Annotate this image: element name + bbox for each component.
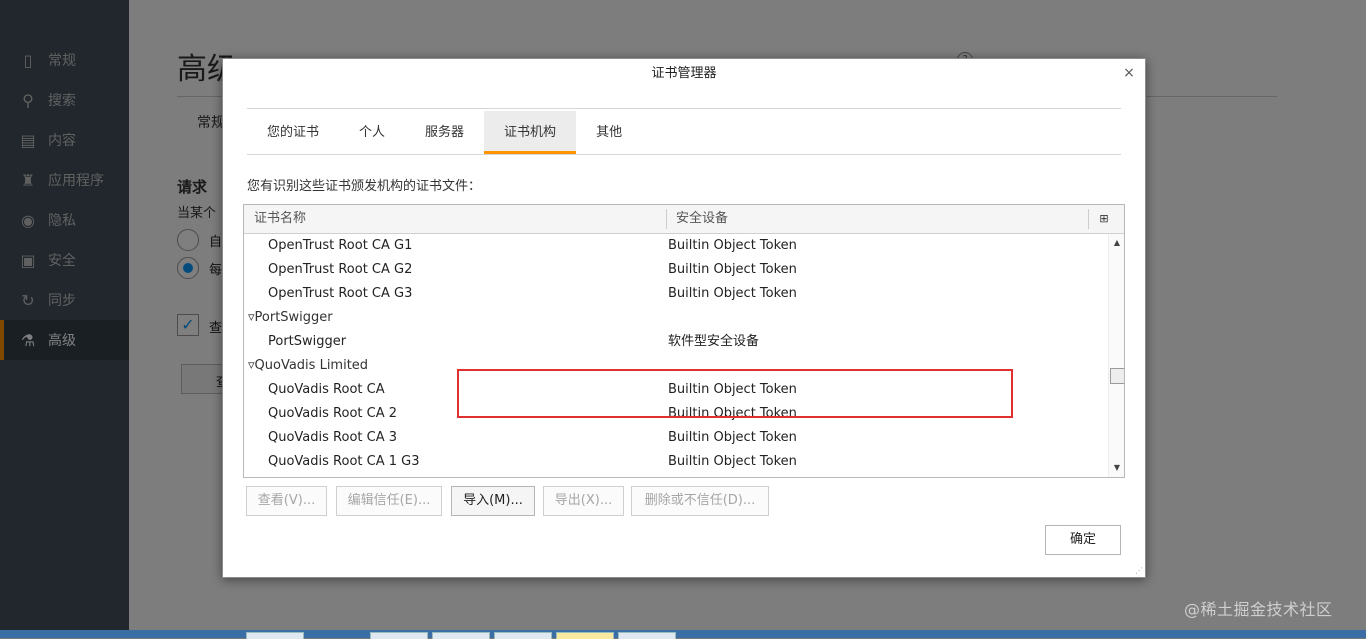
tree-cert-row[interactable]: OpenTrust Root CA G2 Builtin Object Token [244,258,1108,282]
scroll-up-arrow-icon[interactable]: ▲ [1109,236,1124,250]
cert-name-cell: OpenTrust Root CA G3 [268,286,413,301]
tab-1[interactable]: 个人 [339,111,405,154]
vertical-scrollbar[interactable]: ▲ ▼ [1108,234,1124,477]
security-device-cell: Builtin Object Token [668,454,797,469]
security-device-cell: Builtin Object Token [668,262,797,277]
column-header-security-device[interactable]: 安全设备 [676,205,728,233]
tree-group-row[interactable]: ▿QuoVadis Limited [244,354,1108,378]
view-button[interactable]: 查看(V)... [246,486,327,516]
tree-cert-row[interactable]: QuoVadis Root CA Builtin Object Token [244,378,1108,402]
export-button[interactable]: 导出(X)... [543,486,624,516]
scroll-down-arrow-icon[interactable]: ▼ [1109,461,1124,475]
dialog-title: 证书管理器 [651,66,717,81]
tab-3[interactable]: 证书机构 [484,111,577,154]
tree-cert-row[interactable]: OpenTrust Root CA G3 Builtin Object Token [244,282,1108,306]
ok-button[interactable]: 确定 [1045,525,1121,555]
cert-name-cell: QuoVadis Root CA 3 [268,430,398,445]
security-device-cell: Builtin Object Token [668,238,797,253]
cert-name-cell: ▿PortSwigger [248,310,333,325]
security-device-cell: Builtin Object Token [668,286,797,301]
delete-distrust-button[interactable]: 删除或不信任(D)... [631,486,769,516]
tab-0[interactable]: 您的证书 [247,111,339,154]
tab-4[interactable]: 其他 [576,111,642,154]
tab-2[interactable]: 服务器 [405,111,484,154]
tree-cert-row[interactable]: QuoVadis Root CA 3 Builtin Object Token [244,426,1108,450]
resize-grip-icon[interactable]: ⋰ [1135,566,1143,575]
close-icon[interactable]: × [1121,65,1137,81]
tabs-top-divider [247,108,1121,109]
cert-name-cell: OpenTrust Root CA G1 [268,238,413,253]
security-device-cell: Builtin Object Token [668,430,797,445]
security-device-cell: 软件型安全设备 [668,334,760,349]
security-device-cell: Builtin Object Token [668,382,797,397]
import-button[interactable]: 导入(M)... [451,486,535,516]
tree-cert-row[interactable]: QuoVadis Root CA 2 Builtin Object Token [244,402,1108,426]
security-device-cell: Builtin Object Token [668,406,797,421]
column-separator[interactable] [666,209,667,229]
tree-group-row[interactable]: ▿PortSwigger [244,306,1108,330]
certificate-tabs: 您的证书 个人 服务器 证书机构 其他 [247,111,1121,155]
watermark: @稀土掘金技术社区 [1184,600,1333,619]
tree-cert-row[interactable]: QuoVadis Root CA 1 G3 Builtin Object Toke… [244,450,1108,474]
cert-name-cell: PortSwigger [268,334,347,349]
tree-cert-row[interactable]: PortSwigger 软件型安全设备 [244,330,1108,354]
cert-name-cell: QuoVadis Root CA 2 [268,406,398,421]
scrollbar-thumb[interactable] [1110,368,1124,384]
tree-rows: OpenTrust Root CA G1 Builtin Object Token… [244,234,1108,474]
tree-header: 证书名称 安全设备 ⊞ [244,205,1124,234]
certificate-tree[interactable]: 证书名称 安全设备 ⊞ OpenTrust Root CA G1 Builtin … [243,204,1125,478]
edit-trust-button[interactable]: 编辑信任(E)... [336,486,442,516]
column-picker-icon[interactable]: ⊞ [1096,211,1112,227]
column-header-cert-name[interactable]: 证书名称 [254,205,306,233]
cert-name-cell: ▿QuoVadis Limited [248,358,369,373]
tree-cert-row[interactable]: OpenTrust Root CA G1 Builtin Object Token [244,234,1108,258]
dialog-description: 您有识别这些证书颁发机构的证书文件： [247,179,482,194]
cert-name-cell: QuoVadis Root CA [268,382,385,397]
os-taskbar [0,630,1366,638]
cert-name-cell: QuoVadis Root CA 1 G3 [268,454,420,469]
certificate-manager-dialog: 证书管理器 × 您的证书 个人 服务器 证书机构 其他 您有识别这些证书颁发机构的证书文… [222,58,1146,578]
cert-name-cell: OpenTrust Root CA G2 [268,262,413,277]
column-separator[interactable] [1088,209,1089,229]
